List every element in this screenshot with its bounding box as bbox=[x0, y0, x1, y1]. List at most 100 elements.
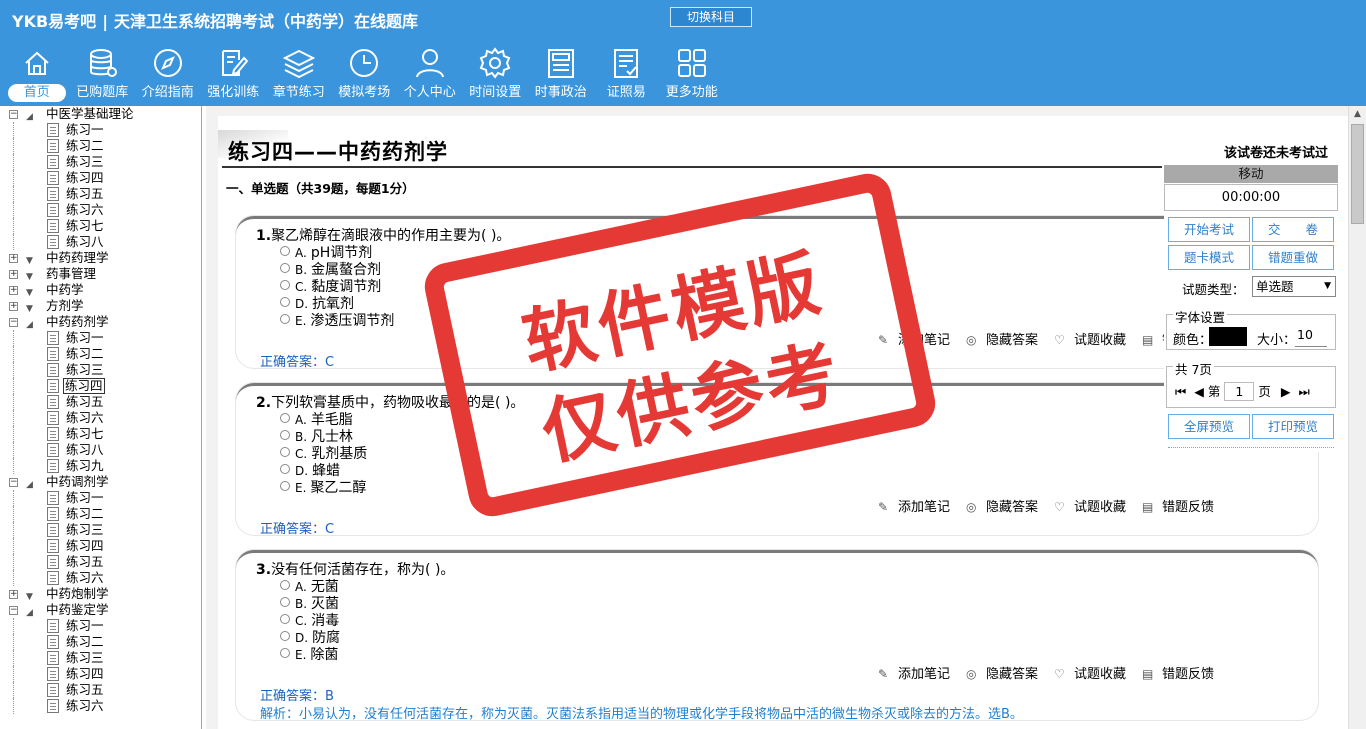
answer-option[interactable]: E. 聚乙二醇 bbox=[280, 477, 366, 497]
tree-leaf[interactable]: 练习一 bbox=[0, 330, 201, 346]
card-mode-button[interactable]: 题卡模式 bbox=[1168, 245, 1250, 270]
radio-button[interactable] bbox=[280, 614, 290, 624]
collapse-icon[interactable]: − bbox=[9, 318, 18, 327]
last-page-icon[interactable]: ⏭ bbox=[1298, 384, 1309, 399]
nav-item-10[interactable]: 更多功能 bbox=[659, 46, 725, 104]
radio-button[interactable] bbox=[280, 430, 290, 440]
radio-button[interactable] bbox=[280, 246, 290, 256]
radio-button[interactable] bbox=[280, 580, 290, 590]
report-error-button[interactable]: ▤ 错题反馈 bbox=[1134, 500, 1214, 515]
radio-button[interactable] bbox=[280, 447, 290, 457]
tree-leaf[interactable]: 练习七 bbox=[0, 218, 201, 234]
tree-category[interactable]: + ▼ 中药药理学 bbox=[0, 250, 201, 266]
tree-leaf[interactable]: 练习六 bbox=[0, 698, 201, 714]
scroll-thumb[interactable] bbox=[1351, 124, 1364, 224]
hide-answer-button[interactable]: ◎ 隐藏答案 bbox=[958, 667, 1038, 682]
nav-item-2[interactable]: 介绍指南 bbox=[135, 46, 201, 104]
collapse-icon[interactable]: − bbox=[9, 110, 18, 119]
nav-item-0[interactable]: 首页 bbox=[4, 46, 70, 104]
tree-category[interactable]: + ▼ 药事管理 bbox=[0, 266, 201, 282]
nav-item-1[interactable]: 已购题库 bbox=[70, 46, 136, 104]
panel-move-handle[interactable]: 移动 bbox=[1164, 165, 1338, 183]
hide-answer-button[interactable]: ◎ 隐藏答案 bbox=[958, 500, 1038, 515]
radio-button[interactable] bbox=[280, 481, 290, 491]
tree-leaf[interactable]: 练习五 bbox=[0, 682, 201, 698]
scroll-up-icon[interactable]: ▲ bbox=[1349, 106, 1366, 123]
switch-subject-button[interactable]: 切换科目 bbox=[670, 7, 752, 27]
main-scrollbar[interactable]: ▲ bbox=[1348, 106, 1366, 729]
tree-leaf[interactable]: 练习四 bbox=[0, 378, 201, 394]
nav-item-6[interactable]: 个人中心 bbox=[397, 46, 463, 104]
next-page-icon[interactable]: ▶ bbox=[1281, 384, 1291, 399]
tree-leaf[interactable]: 练习二 bbox=[0, 138, 201, 154]
tree-category[interactable]: + ▼ 中药学 bbox=[0, 282, 201, 298]
tree-leaf[interactable]: 练习六 bbox=[0, 570, 201, 586]
tree-leaf[interactable]: 练习三 bbox=[0, 522, 201, 538]
radio-button[interactable] bbox=[280, 280, 290, 290]
tree-category[interactable]: − ◢ 中药鉴定学 bbox=[0, 602, 201, 618]
tree-leaf[interactable]: 练习三 bbox=[0, 650, 201, 666]
radio-button[interactable] bbox=[280, 314, 290, 324]
favorite-button[interactable]: ♡ 试题收藏 bbox=[1046, 500, 1126, 515]
tree-category[interactable]: − ◢ 中医学基础理论 bbox=[0, 106, 201, 122]
nav-item-3[interactable]: 强化训练 bbox=[201, 46, 267, 104]
nav-item-9[interactable]: 证照易 bbox=[594, 46, 660, 104]
tree-leaf[interactable]: 练习五 bbox=[0, 186, 201, 202]
nav-item-4[interactable]: 章节练习 bbox=[266, 46, 332, 104]
answer-option[interactable]: E. 除菌 bbox=[280, 644, 338, 664]
expand-icon[interactable]: + bbox=[9, 590, 18, 599]
radio-button[interactable] bbox=[280, 297, 290, 307]
tree-leaf[interactable]: 练习五 bbox=[0, 394, 201, 410]
tree-category[interactable]: − ◢ 中药调剂学 bbox=[0, 474, 201, 490]
radio-button[interactable] bbox=[280, 597, 290, 607]
print-preview-button[interactable]: 打印预览 bbox=[1252, 414, 1334, 439]
favorite-button[interactable]: ♡ 试题收藏 bbox=[1046, 667, 1126, 682]
font-color-picker[interactable] bbox=[1209, 327, 1247, 346]
tree-leaf[interactable]: 练习四 bbox=[0, 170, 201, 186]
radio-button[interactable] bbox=[280, 263, 290, 273]
report-error-button[interactable]: ▤ 错题反馈 bbox=[1134, 667, 1214, 682]
tree-leaf[interactable]: 练习六 bbox=[0, 410, 201, 426]
tree-leaf[interactable]: 练习八 bbox=[0, 442, 201, 458]
tree-leaf[interactable]: 练习三 bbox=[0, 154, 201, 170]
add-note-button[interactable]: ✎ 添加笔记 bbox=[870, 667, 950, 682]
tree-leaf[interactable]: 练习二 bbox=[0, 346, 201, 362]
tree-leaf[interactable]: 练习三 bbox=[0, 362, 201, 378]
start-exam-button[interactable]: 开始考试 bbox=[1168, 217, 1250, 242]
hide-answer-button[interactable]: ◎ 隐藏答案 bbox=[958, 333, 1038, 348]
tree-leaf[interactable]: 练习九 bbox=[0, 458, 201, 474]
tree-leaf[interactable]: 练习二 bbox=[0, 634, 201, 650]
tree-leaf[interactable]: 练习五 bbox=[0, 554, 201, 570]
collapse-icon[interactable]: − bbox=[9, 478, 18, 487]
fullscreen-preview-button[interactable]: 全屏预览 bbox=[1168, 414, 1250, 439]
panel-resize-handle[interactable] bbox=[1168, 447, 1334, 449]
radio-button[interactable] bbox=[280, 413, 290, 423]
nav-item-5[interactable]: 模拟考场 bbox=[332, 46, 398, 104]
tree-leaf[interactable]: 练习一 bbox=[0, 490, 201, 506]
first-page-icon[interactable]: ⏮ bbox=[1175, 384, 1186, 399]
tree-category[interactable]: − ◢ 中药药剂学 bbox=[0, 314, 201, 330]
nav-item-7[interactable]: 时间设置 bbox=[463, 46, 529, 104]
tree-category[interactable]: + ▼ 方剂学 bbox=[0, 298, 201, 314]
submit-exam-button[interactable]: 交 卷 bbox=[1252, 217, 1334, 242]
question-type-select[interactable]: 单选题 ▼ bbox=[1252, 276, 1336, 297]
nav-item-8[interactable]: 时事政治 bbox=[528, 46, 594, 104]
answer-option[interactable]: E. 渗透压调节剂 bbox=[280, 310, 394, 330]
expand-icon[interactable]: + bbox=[9, 302, 18, 311]
radio-button[interactable] bbox=[280, 648, 290, 658]
add-note-button[interactable]: ✎ 添加笔记 bbox=[870, 500, 950, 515]
tree-leaf[interactable]: 练习二 bbox=[0, 506, 201, 522]
font-size-input[interactable]: 10 bbox=[1295, 327, 1327, 347]
tree-leaf[interactable]: 练习四 bbox=[0, 538, 201, 554]
tree-leaf[interactable]: 练习七 bbox=[0, 426, 201, 442]
expand-icon[interactable]: + bbox=[9, 286, 18, 295]
expand-icon[interactable]: + bbox=[9, 254, 18, 263]
tree-leaf[interactable]: 练习一 bbox=[0, 122, 201, 138]
redo-wrong-button[interactable]: 错题重做 bbox=[1252, 245, 1334, 270]
tree-leaf[interactable]: 练习一 bbox=[0, 618, 201, 634]
tree-leaf[interactable]: 练习四 bbox=[0, 666, 201, 682]
expand-icon[interactable]: + bbox=[9, 270, 18, 279]
tree-category[interactable]: + ▼ 中药炮制学 bbox=[0, 586, 201, 602]
tree-leaf[interactable]: 练习六 bbox=[0, 202, 201, 218]
favorite-button[interactable]: ♡ 试题收藏 bbox=[1046, 333, 1126, 348]
